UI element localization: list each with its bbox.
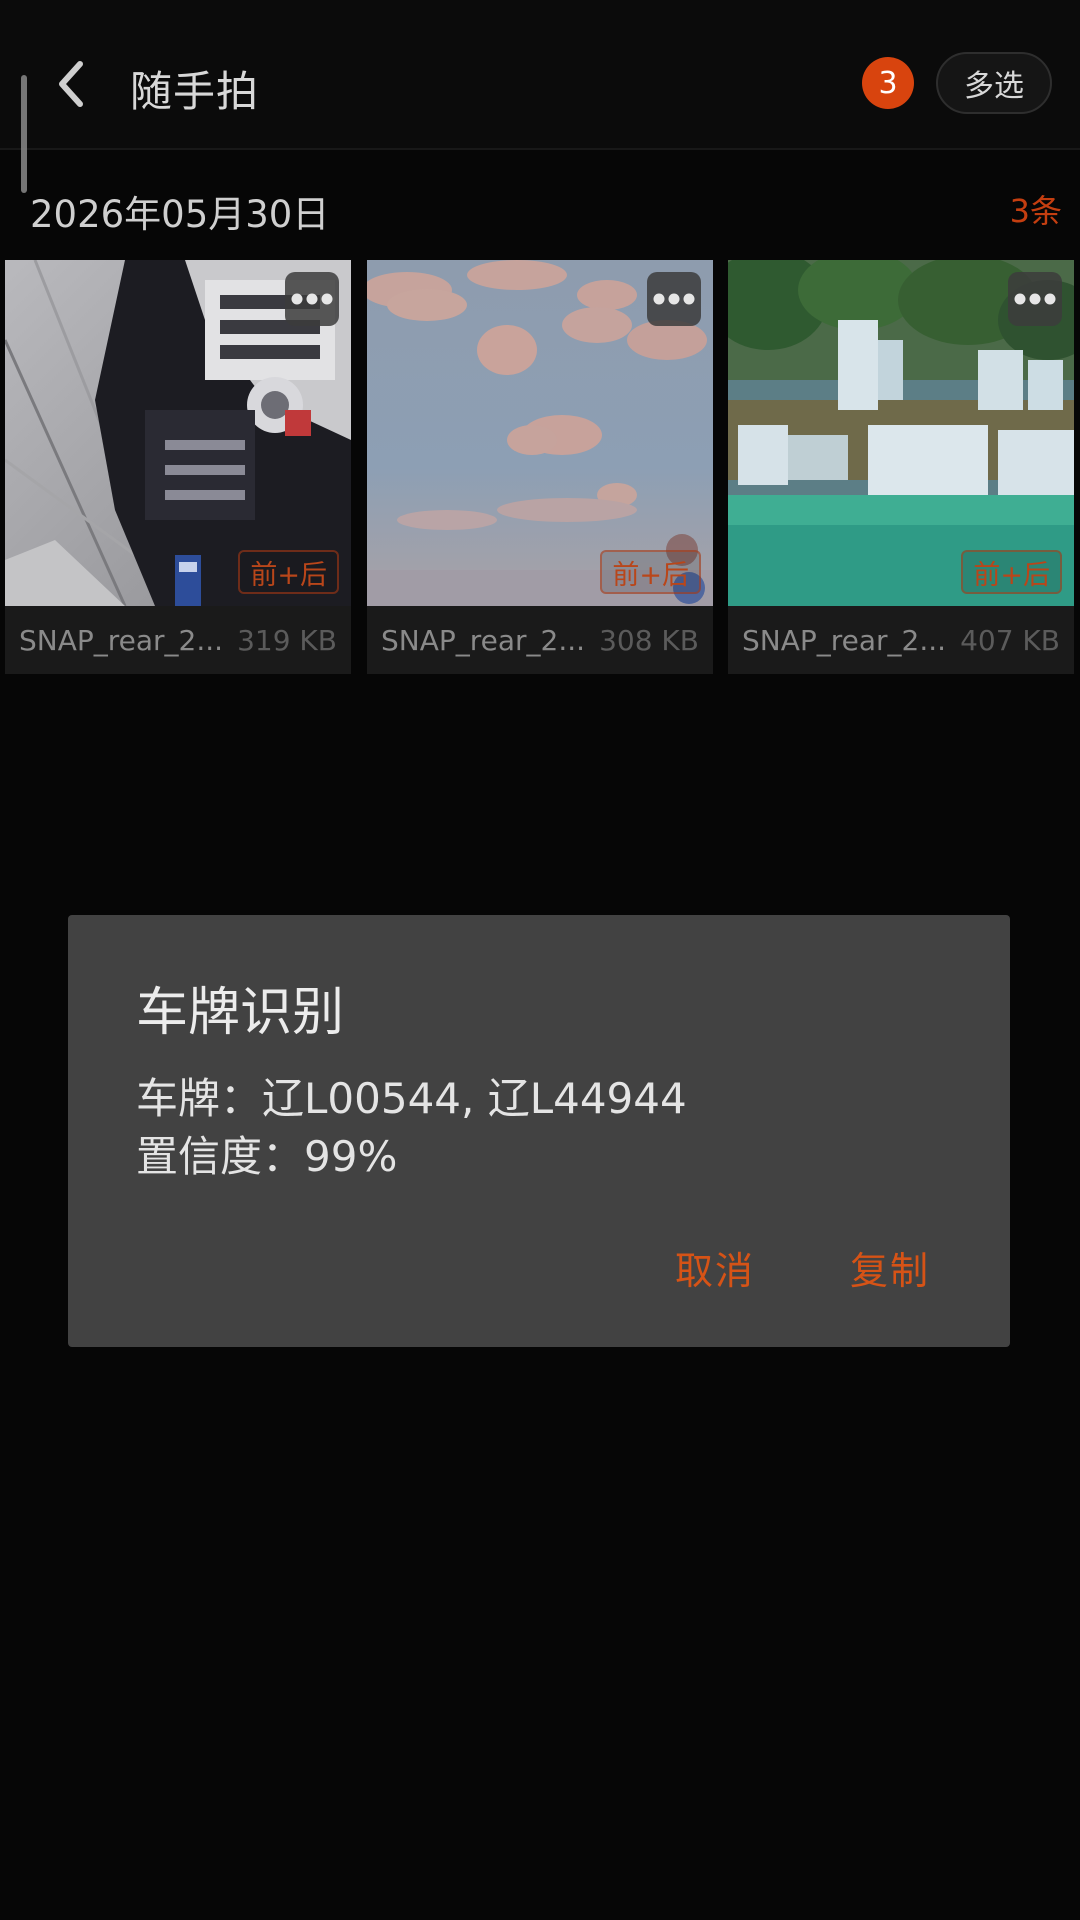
multi-select-button[interactable]: 多选 xyxy=(936,52,1052,114)
date-header: 2026年05月30日 xyxy=(30,193,330,236)
media-card[interactable]: 前+后 SNAP_rear_2... 308 KB xyxy=(367,260,713,674)
more-icon xyxy=(653,293,695,305)
card-caption: SNAP_rear_2... 407 KB xyxy=(728,606,1074,674)
card-caption: SNAP_rear_2... 319 KB xyxy=(5,606,351,674)
item-count: 3条 xyxy=(1009,192,1062,230)
more-options-button[interactable] xyxy=(1008,272,1062,326)
cancel-button[interactable]: 取消 xyxy=(675,1240,755,1295)
car-front-photo[interactable]: 前+后 xyxy=(5,260,351,606)
copy-button[interactable]: 复制 xyxy=(850,1240,930,1295)
file-size: 407 KB xyxy=(960,623,1060,657)
camera-tag: 前+后 xyxy=(961,550,1062,594)
more-options-button[interactable] xyxy=(285,272,339,326)
media-card[interactable]: 前+后 SNAP_rear_2... 319 KB xyxy=(5,260,351,674)
file-name: SNAP_rear_2... xyxy=(742,623,947,657)
waterfall-photo[interactable]: 前+后 xyxy=(728,260,1074,606)
file-name: SNAP_rear_2... xyxy=(381,623,586,657)
scroll-indicator[interactable] xyxy=(21,75,27,193)
file-size: 308 KB xyxy=(599,623,699,657)
confidence-result: 置信度：99% xyxy=(136,1132,398,1181)
screen: 随手拍 3 多选 2026年05月30日 3条 前+后 SNAP_rear_2.… xyxy=(0,0,1080,1920)
top-bar: 随手拍 3 多选 xyxy=(0,0,1080,150)
media-card[interactable]: 前+后 SNAP_rear_2... 407 KB xyxy=(728,260,1074,674)
more-options-button[interactable] xyxy=(647,272,701,326)
dialog-title: 车牌识别 xyxy=(136,983,345,1043)
file-name: SNAP_rear_2... xyxy=(19,623,224,657)
more-icon xyxy=(291,293,333,305)
plate-result: 车牌：辽L00544, 辽L44944 xyxy=(136,1074,687,1123)
camera-tag: 前+后 xyxy=(238,550,339,594)
file-size: 319 KB xyxy=(237,623,337,657)
count-badge[interactable]: 3 xyxy=(862,57,914,109)
card-caption: SNAP_rear_2... 308 KB xyxy=(367,606,713,674)
sky-clouds-photo[interactable]: 前+后 xyxy=(367,260,713,606)
plate-recognition-dialog: 车牌识别 车牌：辽L00544, 辽L44944 置信度：99% 取消 复制 xyxy=(68,915,1010,1347)
back-button[interactable] xyxy=(42,52,98,116)
page-title: 随手拍 xyxy=(130,67,260,116)
camera-tag: 前+后 xyxy=(600,550,701,594)
more-icon xyxy=(1014,293,1056,305)
chevron-left-icon xyxy=(59,61,83,107)
